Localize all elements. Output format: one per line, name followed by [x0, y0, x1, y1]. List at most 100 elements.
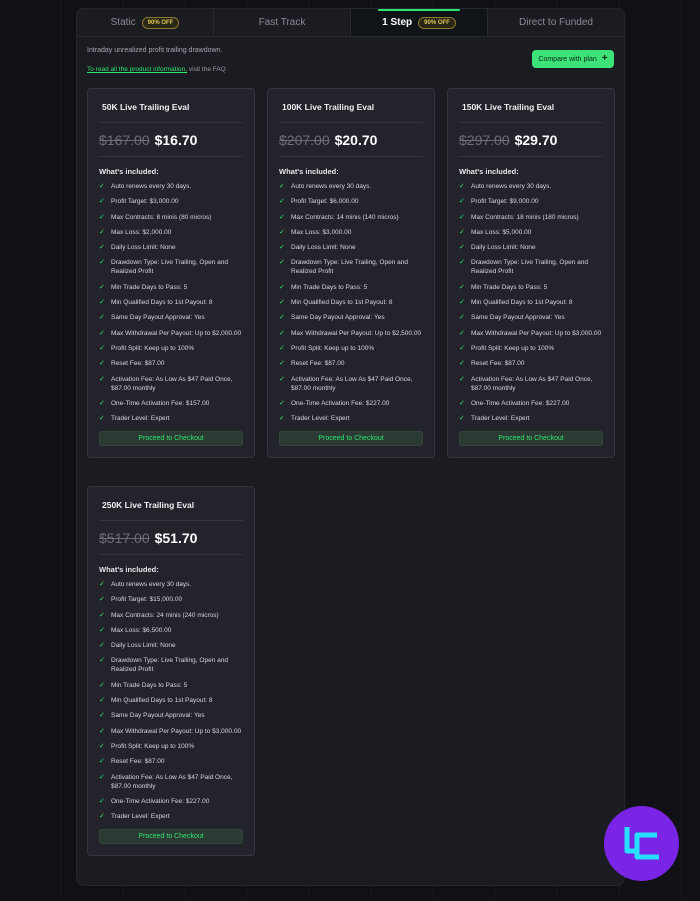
plus-icon: + [601, 53, 608, 64]
feature-text: One-Time Activation Fee: $227.00 [471, 399, 570, 407]
feature-item: ✓ Daily Loss Limit: None [279, 243, 423, 252]
plan-tabs: Static 90% OFF Fast Track 1 Step 90% OFF… [77, 9, 624, 37]
check-icon: ✓ [99, 642, 105, 650]
feature-item: ✓ Max Contracts: 24 minis (240 micros) [99, 611, 243, 620]
feature-item: ✓ Activation Fee: As Low As $47 Paid Once… [279, 375, 423, 393]
included-heading: What's included: [279, 167, 339, 176]
compare-label: Compare with plan [538, 55, 597, 63]
feature-text: Min Qualified Days to 1st Payout: 8 [111, 299, 213, 307]
discount-badge: 90% OFF [141, 16, 180, 29]
check-icon: ✓ [279, 314, 285, 322]
feature-text: Auto renews every 30 days. [291, 183, 372, 190]
check-icon: ✓ [99, 813, 105, 821]
feature-item: ✓ Same Day Payout Approval: Yes [279, 313, 423, 322]
plan-card: 250K Live Trailing Eval $517.00 $51.70 What… [87, 486, 255, 857]
proceed-to-checkout-button[interactable]: Proceed to Checkout [459, 431, 603, 447]
tab-label: Static [110, 17, 136, 28]
price-row: $297.00 $29.70 [459, 123, 603, 157]
check-icon: ✓ [99, 283, 105, 291]
proceed-to-checkout-button[interactable]: Proceed to Checkout [99, 829, 243, 845]
check-icon: ✓ [279, 329, 285, 337]
tab-fast-track[interactable]: Fast Track [214, 9, 351, 36]
feature-item: ✓ Profit Split: Keep up to 100% [99, 344, 243, 353]
check-icon: ✓ [459, 244, 465, 252]
check-icon: ✓ [279, 375, 285, 383]
feature-item: ✓ Profit Target: $6,000.00 [279, 197, 423, 206]
feature-text: Trader Level: Expert [111, 415, 170, 423]
check-icon: ✓ [99, 198, 105, 206]
feature-text: Same Day Payout Approval: Yes [111, 314, 205, 322]
check-icon: ✓ [99, 244, 105, 252]
feature-item: ✓ Profit Split: Keep up to 100% [459, 344, 603, 353]
feature-item: ✓ Max Contracts: 18 minis (180 micros) [459, 213, 603, 222]
check-icon: ✓ [459, 415, 465, 423]
check-icon: ✓ [99, 797, 105, 805]
check-icon: ✓ [99, 299, 105, 307]
feature-text: Daily Loss Limit: None [471, 244, 536, 252]
feature-text: Trader Level: Expert [111, 813, 170, 821]
check-icon: ✓ [99, 415, 105, 423]
plan-card: 50K Live Trailing Eval $167.00 $16.70 What'… [87, 88, 255, 459]
original-price: $517.00 [99, 530, 150, 546]
feature-item: ✓ Activation Fee: As Low As $47 Paid Once… [459, 375, 603, 393]
feature-item: ✓ Max Contracts: 14 minis (140 micros) [279, 213, 423, 222]
tab-static[interactable]: Static 90% OFF [77, 9, 214, 36]
check-icon: ✓ [99, 183, 105, 190]
price-row: $517.00 $51.70 [99, 521, 243, 555]
compare-with-plan-button[interactable]: Compare with plan + [532, 50, 614, 68]
check-icon: ✓ [99, 314, 105, 322]
feature-text: Same Day Payout Approval: Yes [291, 314, 385, 322]
plan-card: 100K Live Trailing Eval $207.00 $20.70 What… [267, 88, 435, 459]
tab-direct-to-funded[interactable]: Direct to Funded [488, 9, 624, 36]
feature-text: Min Trade Days to Pass: 5 [111, 681, 188, 689]
proceed-to-checkout-button[interactable]: Proceed to Checkout [279, 431, 423, 447]
plan-title: 250K Live Trailing Eval [99, 487, 243, 521]
feature-item: ✓ Min Qualified Days to 1st Payout: 8 [459, 298, 603, 307]
check-icon: ✓ [279, 399, 285, 407]
feature-item: ✓ Same Day Payout Approval: Yes [99, 313, 243, 322]
feature-item: ✓ Profit Target: $3,000.00 [99, 197, 243, 206]
check-icon: ✓ [459, 198, 465, 206]
feature-item: ✓ Auto renews every 30 days. [99, 182, 243, 191]
feature-item: ✓ Auto renews every 30 days. [99, 580, 243, 589]
feature-item: ✓ Reset Fee: $87.00 [279, 359, 423, 368]
feature-item: ✓ Max Contracts: 8 minis (80 micros) [99, 213, 243, 222]
feature-text: Activation Fee: As Low As $47 Paid Once,… [111, 375, 233, 392]
check-icon: ✓ [99, 712, 105, 720]
feature-item: ✓ One-Time Activation Fee: $227.00 [99, 797, 243, 806]
feature-item: ✓ Max Withdrawal Per Payout: Up to $2,500… [279, 329, 423, 338]
check-icon: ✓ [99, 611, 105, 619]
feature-text: Drawdown Type: Live Trailing, Open and R… [291, 259, 408, 276]
feature-text: Max Loss: $2,000.00 [111, 228, 172, 236]
feature-item: ✓ Min Trade Days to Pass: 5 [459, 283, 603, 292]
feature-list: ✓ Auto renews every 30 days. ✓ Profit Targe… [99, 182, 243, 423]
product-info-link[interactable]: To read all the product information, [87, 66, 187, 73]
feature-text: Min Trade Days to Pass: 5 [471, 283, 548, 291]
feature-text: Auto renews every 30 days. [111, 183, 192, 190]
feature-item: ✓ Drawdown Type: Live Trailing, Open and … [459, 258, 603, 276]
feature-text: Max Contracts: 24 minis (240 micros) [111, 611, 219, 619]
feature-text: Max Loss: $6,500.00 [111, 626, 172, 634]
tab-label: Fast Track [258, 17, 306, 28]
feature-text: Profit Target: $6,000.00 [291, 198, 359, 206]
original-price: $297.00 [459, 132, 510, 148]
check-icon: ✓ [279, 259, 285, 267]
feature-item: ✓ Max Withdrawal Per Payout: Up to $2,000… [99, 329, 243, 338]
proceed-to-checkout-button[interactable]: Proceed to Checkout [99, 431, 243, 447]
check-icon: ✓ [459, 299, 465, 307]
check-icon: ✓ [99, 773, 105, 781]
feature-text: Trader Level: Expert [291, 415, 350, 423]
check-icon: ✓ [459, 228, 465, 236]
included-heading: What's included: [99, 167, 159, 176]
feature-text: Max Loss: $5,000.00 [471, 228, 532, 236]
check-icon: ✓ [99, 344, 105, 352]
feature-item: ✓ Reset Fee: $87.00 [459, 359, 603, 368]
feature-text: Profit Split: Keep up to 100% [471, 344, 555, 352]
tab-1-step[interactable]: 1 Step 90% OFF [351, 9, 488, 36]
feature-item: ✓ Reset Fee: $87.00 [99, 359, 243, 368]
feature-item: ✓ Drawdown Type: Live Trailing, Open and … [99, 258, 243, 276]
feature-text: Profit Target: $3,000.00 [111, 198, 179, 206]
feature-list: ✓ Auto renews every 30 days. ✓ Profit Targe… [459, 182, 603, 423]
check-icon: ✓ [459, 183, 465, 190]
feature-item: ✓ Same Day Payout Approval: Yes [459, 313, 603, 322]
